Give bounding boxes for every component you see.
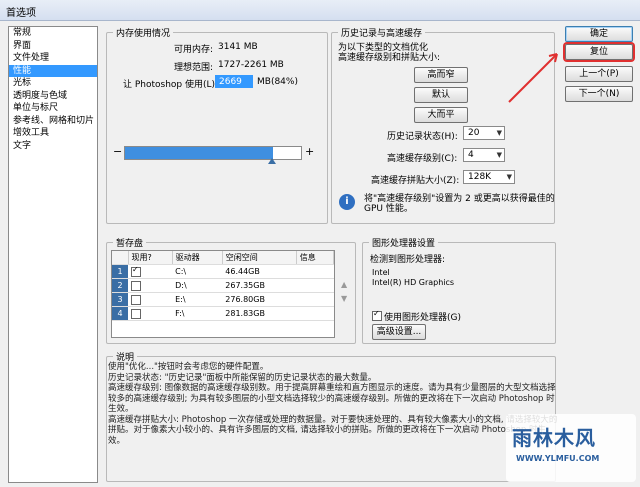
table-row[interactable]: 1 C:\ 46.44GB (112, 264, 334, 279)
free-space-cell: 281.83GB (222, 306, 297, 321)
use-gpu-checkbox[interactable] (372, 309, 382, 321)
row-number: 4 (112, 306, 128, 321)
photoshop-use-label: 让 Photoshop 使用(L): (123, 80, 219, 90)
window-title: 首选项 (6, 8, 36, 19)
memory-minus-icon: − (113, 145, 123, 158)
free-space-cell: 46.44GB (222, 264, 297, 279)
memory-usage-group: 内存使用情况 (106, 26, 328, 224)
info-cell (296, 278, 334, 293)
sidebar-item-units[interactable]: 单位与标尺 (9, 102, 97, 115)
ok-button[interactable]: 确定 (565, 26, 633, 42)
sidebar-item-type[interactable]: 文字 (9, 140, 97, 153)
history-legend: 历史记录与高速缓存 (341, 29, 423, 39)
description-text: 使用"优化..."按钮时会考虑您的硬件配置。 历史记录状态: "历史记录"面板中… (108, 362, 558, 446)
sidebar-item-performance[interactable]: 性能 (9, 64, 97, 77)
row-number: 3 (112, 292, 128, 307)
description-line: 高速缓存拼贴大小: Photoshop 一次存储或处理的数据量。对于要快速处理的… (108, 414, 558, 446)
scratch-legend: 暂存盘 (116, 239, 144, 249)
tall-thin-button[interactable]: 高而窄 (414, 67, 468, 83)
active-checkbox[interactable] (131, 265, 141, 277)
watermark-brand: 雨林木风 (512, 426, 596, 450)
col-drive: 驱动器 (172, 251, 223, 265)
table-row[interactable]: 2 D:\ 267.35GB (112, 278, 334, 293)
ideal-range-value: 1727-2261 MB (218, 60, 284, 70)
description-line: 高速缓存级别: 图像数据的高速缓存级别数。用于提高屏幕重绘和直方图显示的速度。请… (108, 383, 556, 414)
cache-levels-select[interactable]: 4 ▼ (463, 148, 505, 162)
sidebar-item-plugins[interactable]: 增效工具 (9, 127, 97, 140)
reset-button[interactable]: 复位 (565, 44, 633, 60)
info-cell (296, 292, 334, 307)
cache-levels-label: 高速缓存级别(C): (387, 154, 458, 164)
previous-button[interactable]: 上一个(P) (565, 66, 633, 82)
table-row[interactable]: 4 F:\ 281.83GB (112, 306, 334, 321)
use-gpu-label: 使用图形处理器(G) (384, 313, 461, 323)
drive-cell: F:\ (172, 306, 223, 321)
free-space-cell: 267.35GB (222, 278, 297, 293)
active-checkbox[interactable] (131, 308, 141, 319)
ideal-range-label: 理想范围: (174, 63, 214, 73)
annotation-arrow (508, 53, 558, 103)
category-list[interactable]: 常规 界面 文件处理 性能 光标 透明度与色域 单位与标尺 参考线、网格和切片 … (8, 26, 98, 483)
drive-cell: E:\ (172, 292, 223, 307)
active-checkbox[interactable] (131, 280, 141, 291)
memory-percent-label: MB(84%) (257, 77, 298, 87)
cache-tile-label: 高速缓存拼贴大小(Z): (371, 176, 460, 186)
info-cell (296, 306, 334, 321)
gpu-info-line2: GPU 性能。 (364, 204, 413, 214)
memory-slider-fill (125, 147, 273, 159)
chevron-down-icon: ▼ (496, 129, 502, 137)
description-line: 使用"优化..."按钮时会考虑您的硬件配置。 (108, 362, 269, 372)
description-line: 历史记录状态: "历史记录"面板中所能保留的历史记录状态的最大数量。 (108, 372, 377, 383)
chevron-down-icon: ▼ (506, 173, 512, 181)
sidebar-item-guides[interactable]: 参考线、网格和切片 (9, 115, 97, 128)
sidebar-item-general[interactable]: 常规 (9, 27, 97, 40)
table-row[interactable]: 3 E:\ 276.80GB (112, 292, 334, 307)
watermark-logo: 雨林木风 WWW.YLMFU.COM (506, 414, 636, 482)
drive-cell: C:\ (172, 264, 223, 279)
sidebar-item-file-handling[interactable]: 文件处理 (9, 52, 97, 65)
col-info: 信息 (296, 251, 334, 265)
sidebar-item-transparency[interactable]: 透明度与色域 (9, 90, 97, 103)
row-number: 1 (112, 264, 128, 279)
col-number (112, 251, 129, 265)
cache-tile-value: 128K (468, 172, 492, 182)
optimize-hint-line2: 高速缓存级别和拼贴大小: (338, 53, 441, 63)
col-active: 现用? (128, 251, 173, 265)
memory-amount-input[interactable]: 2669 (215, 75, 253, 88)
gpu-vendor: Intel (372, 268, 390, 277)
default-button[interactable]: 默认 (414, 87, 468, 103)
gpu-model: Intel(R) HD Graphics (372, 278, 455, 287)
move-up-icon[interactable]: ▲ (341, 280, 347, 289)
sidebar-item-interface[interactable]: 界面 (9, 40, 97, 53)
history-states-label: 历史记录状态(H): (387, 132, 458, 142)
chevron-down-icon: ▼ (496, 151, 502, 159)
gpu-legend: 图形处理器设置 (372, 239, 436, 249)
cache-levels-value: 4 (468, 150, 474, 160)
gpu-detected-label: 检测到图形处理器: (370, 255, 446, 265)
drive-cell: D:\ (172, 278, 223, 293)
memory-slider-thumb[interactable] (267, 158, 276, 164)
title-bar: 首选项 (0, 0, 640, 21)
row-number: 2 (112, 278, 128, 293)
cache-tile-select[interactable]: 128K ▼ (463, 170, 515, 184)
history-states-select[interactable]: 20 ▼ (463, 126, 505, 140)
history-states-value: 20 (468, 128, 480, 138)
col-free-space: 空闲空间 (222, 251, 297, 265)
available-memory-label: 可用内存: (174, 45, 214, 55)
active-checkbox[interactable] (131, 294, 141, 305)
move-down-icon[interactable]: ▼ (341, 294, 347, 303)
watermark-url: WWW.YLMFU.COM (516, 454, 600, 463)
sidebar-item-cursors[interactable]: 光标 (9, 77, 97, 90)
advanced-settings-button[interactable]: 高级设置... (372, 324, 426, 340)
available-memory-value: 3141 MB (218, 42, 258, 52)
info-icon: i (339, 194, 355, 210)
free-space-cell: 276.80GB (222, 292, 297, 307)
memory-legend: 内存使用情况 (116, 29, 171, 39)
memory-plus-icon: + (305, 145, 315, 158)
next-button[interactable]: 下一个(N) (565, 86, 633, 102)
big-flat-button[interactable]: 大而平 (414, 107, 468, 123)
scratch-disk-table[interactable]: 现用? 驱动器 空闲空间 信息 1 C:\ 46.44GB 2 D:\ 267.… (111, 250, 335, 338)
info-cell (296, 264, 334, 279)
table-header: 现用? 驱动器 空闲空间 信息 (112, 251, 334, 265)
